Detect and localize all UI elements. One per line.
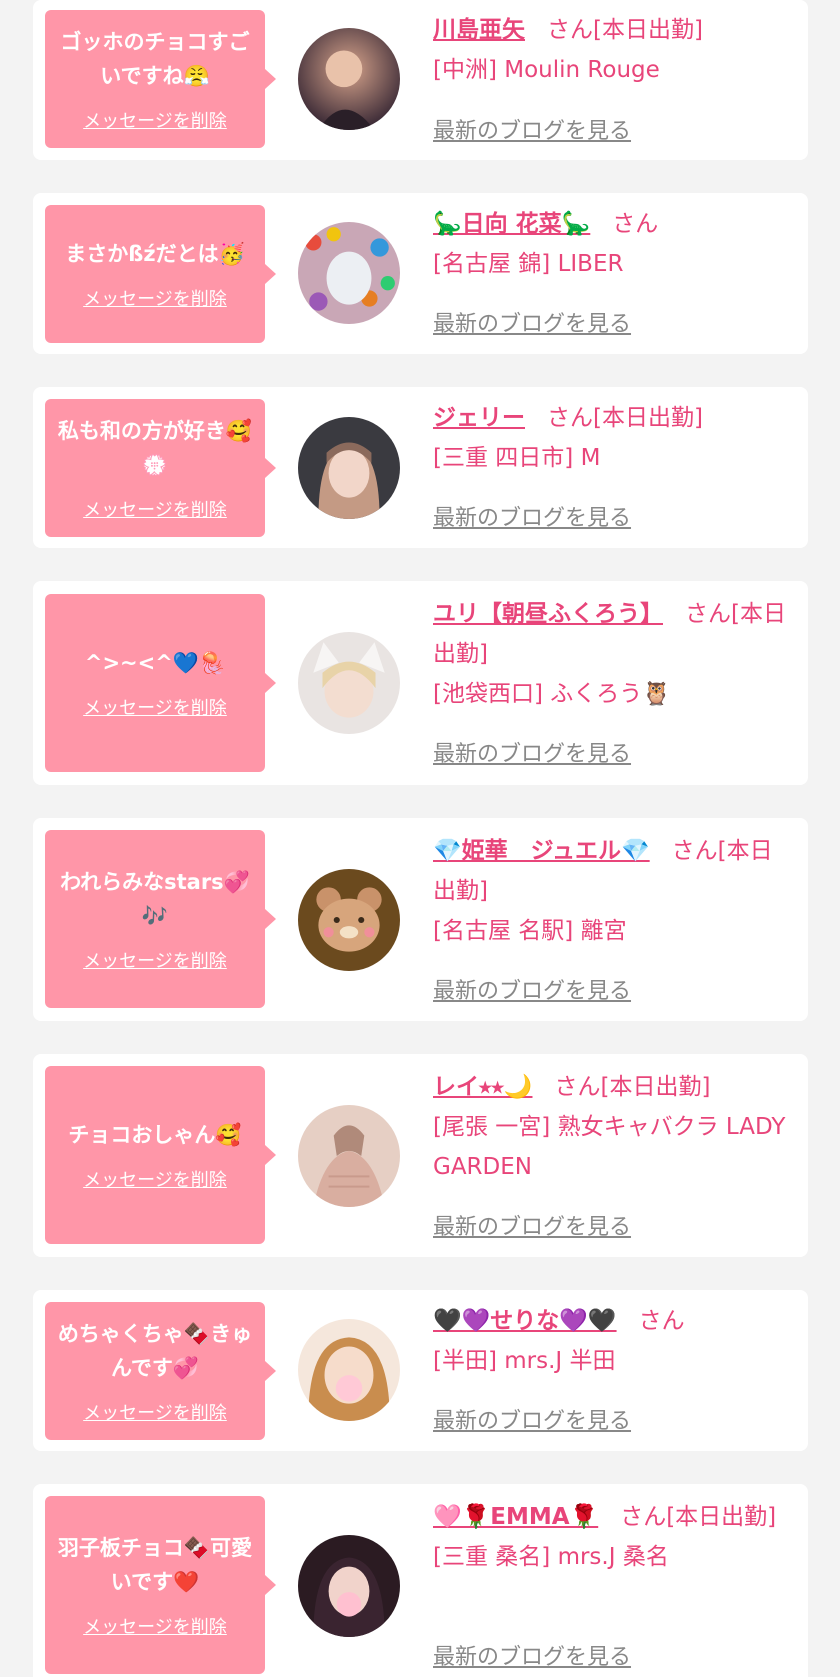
message-card: チョコおしゃん🥰 メッセージを削除 レイ⭑⭑🌙 さん[本日出勤] [尾張 一宮] … xyxy=(33,1054,808,1257)
shop-name: [名古屋 錦] LIBER xyxy=(433,251,624,277)
cast-info: 🖤💜せりな💜🖤 さん [半田] mrs.J 半田 xyxy=(433,1301,794,1381)
cast-info: ジェリー さん[本日出勤] [三重 四日市] M xyxy=(433,398,794,478)
shop-name: [半田] mrs.J 半田 xyxy=(433,1348,616,1374)
message-text: 羽子板チョコ🍫可愛いです❤️ xyxy=(57,1536,253,1594)
message-bubble: めちゃくちゃ🍫きゅんです💞 メッセージを削除 xyxy=(45,1302,276,1440)
message-text: ゴッホのチョコすごいですね😤 xyxy=(60,30,250,88)
cast-info: レイ⭑⭑🌙 さん[本日出勤] [尾張 一宮] 熟女キャバクラ LADY GARDE… xyxy=(433,1067,794,1187)
delete-message-link[interactable]: メッセージを削除 xyxy=(83,1613,227,1639)
san-suffix: さん xyxy=(612,211,659,237)
cast-name-link[interactable]: 🖤💜せりな💜🖤 xyxy=(433,1308,617,1334)
cast-info: 💎姫華 ジュエル💎 さん[本日出勤] [名古屋 名駅] 離宮 xyxy=(433,831,794,951)
message-bubble: 私も和の方が好き🥰💮 メッセージを削除 xyxy=(45,399,276,537)
san-suffix: さん xyxy=(620,1504,667,1530)
blog-link[interactable]: 最新のブログを見る xyxy=(433,1403,631,1435)
message-text: まさかßźだとは🥳 xyxy=(65,242,245,266)
san-suffix: さん xyxy=(638,1308,685,1334)
shop-name: [三重 桑名] mrs.J 桑名 xyxy=(433,1544,669,1570)
shop-name: [尾張 一宮] 熟女キャバクラ LADY GARDEN xyxy=(433,1114,786,1180)
san-suffix: さん xyxy=(554,1074,601,1100)
cast-info: 🩷🌹EMMA🌹 さん[本日出勤] [三重 桑名] mrs.J 桑名 xyxy=(433,1497,794,1577)
delete-message-link[interactable]: メッセージを削除 xyxy=(83,285,227,311)
blog-link[interactable]: 最新のブログを見る xyxy=(433,736,631,768)
shop-name: [中洲] Moulin Rouge xyxy=(433,57,660,83)
cast-info: 🦕日向 花菜🦕 さん [名古屋 錦] LIBER xyxy=(433,204,794,284)
cast-info: ユリ【朝昼ふくろう】 さん[本日出勤] [池袋西口] ふくろう🦉 xyxy=(433,594,794,714)
san-suffix: さん xyxy=(671,838,718,864)
cast-name-link[interactable]: 川島亜矢 xyxy=(433,17,525,43)
san-suffix: さん xyxy=(685,601,731,627)
san-suffix: さん xyxy=(547,405,593,431)
message-card: ^>~<^💙🪼 メッセージを削除 ユリ【朝昼ふくろう】 さん[本日出勤] [池袋西… xyxy=(33,581,808,785)
message-card: めちゃくちゃ🍫きゅんです💞 メッセージを削除 🖤💜せりな💜🖤 さん [半田] mr… xyxy=(33,1290,808,1451)
message-bubble: 羽子板チョコ🍫可愛いです❤️ メッセージを削除 xyxy=(45,1496,276,1674)
message-bubble: ゴッホのチョコすごいですね😤 メッセージを削除 xyxy=(45,10,276,148)
message-text: われらみなstars💞🎶 xyxy=(60,870,250,928)
blog-link[interactable]: 最新のブログを見る xyxy=(433,306,631,338)
avatar[interactable] xyxy=(298,222,400,324)
delete-message-link[interactable]: メッセージを削除 xyxy=(83,694,227,720)
avatar[interactable] xyxy=(298,869,400,971)
delete-message-link[interactable]: メッセージを削除 xyxy=(83,1399,227,1425)
status-badge: [本日出勤] xyxy=(666,1504,777,1530)
delete-message-link[interactable]: メッセージを削除 xyxy=(83,1166,227,1192)
cast-name-link[interactable]: ジェリー xyxy=(433,405,525,431)
cast-info: 川島亜矢 さん[本日出勤] [中洲] Moulin Rouge xyxy=(433,10,794,90)
status-badge: [本日出勤] xyxy=(593,405,703,431)
status-badge: [本日出勤] xyxy=(593,17,703,43)
shop-name: [三重 四日市] M xyxy=(433,445,601,471)
blog-link[interactable]: 最新のブログを見る xyxy=(433,1209,631,1241)
avatar[interactable] xyxy=(298,28,400,130)
cast-name-link[interactable]: 🩷🌹EMMA🌹 xyxy=(433,1504,598,1530)
message-card: まさかßźだとは🥳 メッセージを削除 🦕日向 花菜🦕 さん [名古屋 錦] LIB… xyxy=(33,193,808,354)
san-suffix: さん xyxy=(547,17,593,43)
message-text: チョコおしゃん🥰 xyxy=(68,1123,242,1147)
avatar[interactable] xyxy=(298,1535,400,1637)
message-card: 羽子板チョコ🍫可愛いです❤️ メッセージを削除 🩷🌹EMMA🌹 さん[本日出勤] … xyxy=(33,1484,808,1677)
avatar[interactable] xyxy=(298,1319,400,1421)
message-card: われらみなstars💞🎶 メッセージを削除 💎姫華 ジュエル💎 さん[本日出勤] … xyxy=(33,818,808,1021)
cast-name-link[interactable]: レイ⭑⭑🌙 xyxy=(433,1074,532,1100)
delete-message-link[interactable]: メッセージを削除 xyxy=(83,496,227,522)
shop-name: [名古屋 名駅] 離宮 xyxy=(433,918,627,944)
message-text: 私も和の方が好き🥰💮 xyxy=(57,419,253,477)
delete-message-link[interactable]: メッセージを削除 xyxy=(83,107,227,133)
message-card: ゴッホのチョコすごいですね😤 メッセージを削除 川島亜矢 さん[本日出勤] [中洲… xyxy=(33,0,808,160)
message-bubble: われらみなstars💞🎶 メッセージを削除 xyxy=(45,830,276,1008)
cast-name-link[interactable]: 💎姫華 ジュエル💎 xyxy=(433,838,650,864)
avatar[interactable] xyxy=(298,417,400,519)
favorite-message-list: ゴッホのチョコすごいですね😤 メッセージを削除 川島亜矢 さん[本日出勤] [中洲… xyxy=(0,0,840,1677)
message-text: めちゃくちゃ🍫きゅんです💞 xyxy=(57,1322,253,1380)
message-bubble: チョコおしゃん🥰 メッセージを削除 xyxy=(45,1066,276,1244)
avatar[interactable] xyxy=(298,632,400,734)
status-badge: [本日出勤] xyxy=(600,1074,711,1100)
blog-link[interactable]: 最新のブログを見る xyxy=(433,973,631,1005)
message-bubble: まさかßźだとは🥳 メッセージを削除 xyxy=(45,205,276,343)
blog-link[interactable]: 最新のブログを見る xyxy=(433,113,631,145)
message-bubble: ^>~<^💙🪼 メッセージを削除 xyxy=(45,594,276,772)
cast-name-link[interactable]: 🦕日向 花菜🦕 xyxy=(433,211,590,237)
blog-link[interactable]: 最新のブログを見る xyxy=(433,1639,631,1671)
avatar[interactable] xyxy=(298,1105,400,1207)
message-card: 私も和の方が好き🥰💮 メッセージを削除 ジェリー さん[本日出勤] [三重 四日市… xyxy=(33,387,808,548)
shop-name: [池袋西口] ふくろう🦉 xyxy=(433,681,671,707)
cast-name-link[interactable]: ユリ【朝昼ふくろう】 xyxy=(433,601,663,627)
delete-message-link[interactable]: メッセージを削除 xyxy=(83,947,227,973)
blog-link[interactable]: 最新のブログを見る xyxy=(433,500,631,532)
message-text: ^>~<^💙🪼 xyxy=(84,651,226,675)
